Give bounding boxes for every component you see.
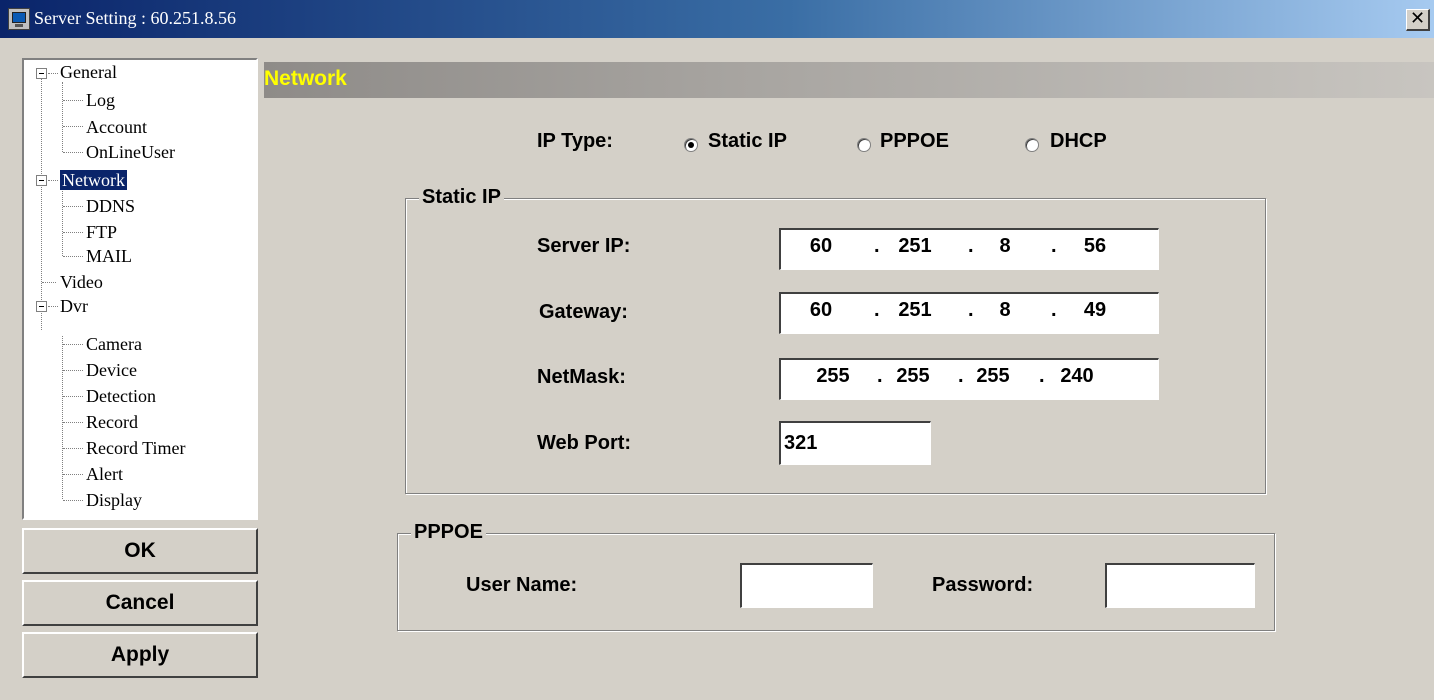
tree-item-network-label: Network: [60, 170, 127, 190]
ip-separator: .: [877, 365, 883, 387]
tree-connector-line: [63, 370, 83, 371]
ip-separator: .: [1051, 235, 1057, 257]
section-title: Network: [264, 67, 347, 90]
ip-octet: 251: [898, 299, 932, 321]
server-ip-label: Server IP:: [537, 235, 631, 257]
ip-octet: 251: [898, 235, 932, 257]
tree-connector-line: [63, 344, 83, 345]
gateway-field[interactable]: 60 . 251 . 8 . 49: [779, 292, 1159, 334]
monitor-icon: [8, 8, 30, 30]
ip-octet: 255: [816, 365, 850, 387]
tree-item-network[interactable]: Network: [60, 170, 127, 190]
ip-octet: 8: [999, 299, 1011, 321]
ip-separator: .: [968, 235, 974, 257]
tree-item-display[interactable]: Display: [86, 490, 142, 510]
ip-octet: 60: [809, 299, 833, 321]
ip-octet: 49: [1083, 299, 1107, 321]
web-port-field[interactable]: 321: [779, 421, 931, 465]
ip-separator: .: [1051, 299, 1057, 321]
tree-connector-line: [63, 500, 83, 501]
ip-separator: .: [1039, 365, 1045, 387]
tree-connector-line: [48, 180, 58, 181]
tree-item-ftp[interactable]: FTP: [86, 222, 117, 242]
collapse-network-icon[interactable]: [36, 175, 47, 186]
ip-octet: 8: [999, 235, 1011, 257]
server-setting-window: Server Setting : 60.251.8.56 ✕ General L…: [0, 0, 1434, 700]
tree-item-video[interactable]: Video: [60, 272, 103, 292]
tree-connector-line: [63, 126, 83, 127]
web-port-label: Web Port:: [537, 432, 632, 454]
tree-item-ddns[interactable]: DDNS: [86, 196, 135, 216]
netmask-label: NetMask:: [537, 366, 626, 388]
tree-item-record[interactable]: Record: [86, 412, 138, 432]
tree-connector-line: [63, 256, 83, 257]
ip-octet: 56: [1083, 235, 1107, 257]
settings-tree: General Log Account OnLineUser Network D…: [22, 58, 258, 520]
collapse-general-icon[interactable]: [36, 68, 47, 79]
static-ip-radio-label[interactable]: Static IP: [708, 130, 787, 153]
tree-item-onlineuser[interactable]: OnLineUser: [86, 142, 175, 162]
tree-connector-line: [42, 282, 56, 283]
tree-connector-line: [63, 100, 83, 101]
user-name-field[interactable]: [740, 563, 873, 608]
netmask-field[interactable]: 255 . 255 . 255 . 240: [779, 358, 1159, 400]
title-bar[interactable]: Server Setting : 60.251.8.56 ✕: [0, 0, 1434, 38]
ok-button[interactable]: OK: [22, 528, 258, 574]
tree-connector-line: [63, 448, 83, 449]
section-header: Network: [264, 62, 1434, 98]
tree-item-device[interactable]: Device: [86, 360, 137, 380]
static-ip-radio[interactable]: [684, 138, 698, 152]
ip-separator: .: [968, 299, 974, 321]
ip-octet: 255: [896, 365, 930, 387]
web-port-value: 321: [784, 432, 818, 454]
tree-item-record-timer[interactable]: Record Timer: [86, 438, 186, 458]
tree-item-log[interactable]: Log: [86, 90, 115, 110]
tree-connector-line: [62, 82, 63, 152]
tree-connector-line: [63, 232, 83, 233]
tree-connector-line: [48, 73, 58, 74]
tree-item-detection[interactable]: Detection: [86, 386, 156, 406]
tree-connector-line: [63, 152, 83, 153]
tree-connector-line: [41, 74, 42, 330]
tree-connector-line: [63, 474, 83, 475]
tree-connector-line: [62, 186, 63, 256]
tree-item-general[interactable]: General: [60, 62, 117, 82]
ip-separator: .: [874, 235, 880, 257]
tree-item-camera[interactable]: Camera: [86, 334, 142, 354]
close-button[interactable]: ✕: [1406, 9, 1430, 31]
tree-connector-line: [63, 206, 83, 207]
cancel-button[interactable]: Cancel: [22, 580, 258, 626]
ip-type-label: IP Type:: [537, 130, 613, 152]
dhcp-radio-label[interactable]: DHCP: [1050, 130, 1107, 153]
collapse-dvr-icon[interactable]: [36, 301, 47, 312]
user-name-label: User Name:: [466, 574, 578, 596]
server-ip-field[interactable]: 60 . 251 . 8 . 56: [779, 228, 1159, 270]
ip-octet: 60: [809, 235, 833, 257]
tree-item-account[interactable]: Account: [86, 117, 147, 137]
apply-button[interactable]: Apply: [22, 632, 258, 678]
ip-separator: .: [874, 299, 880, 321]
tree-connector-line: [63, 396, 83, 397]
tree-connector-line: [63, 422, 83, 423]
tree-item-mail[interactable]: MAIL: [86, 246, 132, 266]
ip-separator: .: [958, 365, 964, 387]
pppoe-radio[interactable]: [857, 138, 871, 152]
password-field[interactable]: [1105, 563, 1255, 608]
tree-item-dvr[interactable]: Dvr: [60, 296, 88, 316]
password-label: Password:: [932, 574, 1034, 596]
dhcp-radio[interactable]: [1025, 138, 1039, 152]
ip-octet: 240: [1060, 365, 1094, 387]
window-title: Server Setting : 60.251.8.56: [34, 8, 236, 28]
static-ip-group-legend: Static IP: [419, 186, 504, 209]
gateway-label: Gateway:: [539, 301, 628, 323]
pppoe-group-legend: PPPOE: [411, 521, 486, 544]
tree-item-alert[interactable]: Alert: [86, 464, 123, 484]
ip-octet: 255: [976, 365, 1010, 387]
tree-connector-line: [48, 306, 58, 307]
pppoe-radio-label[interactable]: PPPOE: [880, 130, 949, 153]
